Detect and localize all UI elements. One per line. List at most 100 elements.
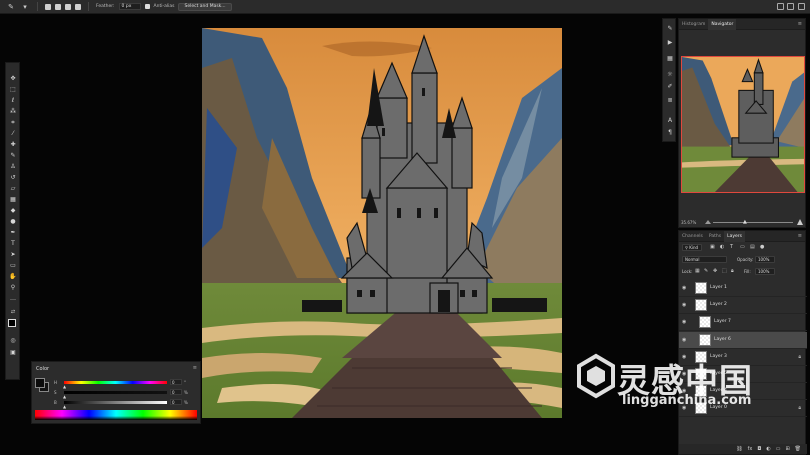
new-group-icon[interactable]: ▭ bbox=[776, 446, 781, 452]
adjustments-icon[interactable]: ☼ bbox=[666, 71, 674, 79]
visibility-eye-icon[interactable]: ◉ bbox=[682, 285, 690, 291]
brightness-slider-thumb[interactable]: ▲ bbox=[63, 404, 66, 409]
gradient-icon[interactable]: ▦ bbox=[9, 196, 17, 203]
layer-row[interactable]: ◉ Layer 6 bbox=[679, 331, 807, 349]
play-actions-icon[interactable]: ▶ bbox=[666, 39, 674, 47]
lock-pixels-icon[interactable]: ✎ bbox=[704, 268, 708, 274]
tab-histogram[interactable]: Histogram bbox=[679, 19, 708, 30]
anti-alias-checkbox[interactable] bbox=[144, 4, 150, 9]
panel-menu-icon[interactable]: ≡ bbox=[798, 19, 805, 29]
zoom-slider[interactable] bbox=[713, 222, 793, 223]
trash-icon[interactable]: 🗑︎ bbox=[795, 446, 801, 452]
brightness-value-input[interactable]: 0 bbox=[170, 399, 182, 405]
rectangle-icon[interactable]: ▭ bbox=[9, 262, 17, 269]
saturation-value-input[interactable]: 0 bbox=[170, 389, 182, 395]
panel-menu-icon[interactable]: ≡ bbox=[798, 231, 805, 241]
eraser-icon[interactable]: ▱ bbox=[9, 185, 17, 192]
layer-name[interactable]: Layer 7 bbox=[714, 319, 731, 324]
magic-wand-icon[interactable]: ⁂ bbox=[9, 108, 17, 115]
foreground-swatch[interactable] bbox=[8, 319, 16, 327]
navigator-preview[interactable] bbox=[681, 56, 805, 193]
blur-icon[interactable]: ◆ bbox=[9, 207, 17, 214]
brushes-icon[interactable]: ✐ bbox=[666, 83, 674, 91]
visibility-eye-icon[interactable]: ◉ bbox=[682, 302, 690, 308]
hand-icon[interactable]: ✋ bbox=[9, 273, 17, 280]
type-icon[interactable]: T bbox=[9, 240, 17, 247]
crop-icon[interactable]: ⌗ bbox=[9, 119, 17, 126]
select-and-mask-button[interactable]: Select and Mask... bbox=[178, 2, 232, 11]
lasso-tool-icon[interactable]: ✎ bbox=[6, 3, 16, 11]
dodge-icon[interactable]: ● bbox=[9, 218, 17, 225]
add-selection-icon[interactable] bbox=[55, 3, 61, 10]
paragraph-icon[interactable]: ¶ bbox=[666, 129, 674, 137]
blend-mode-select[interactable]: Normal bbox=[682, 256, 727, 263]
layer-row[interactable]: ◉ Layer 1 bbox=[679, 280, 807, 297]
swap-colors-icon[interactable]: ⇄ bbox=[9, 309, 17, 316]
filter-pixel-icon[interactable]: ▣ bbox=[710, 244, 715, 250]
chevron-down-icon[interactable]: ▾ bbox=[20, 3, 30, 11]
filter-toggle-icon[interactable]: ● bbox=[760, 244, 764, 250]
subtract-selection-icon[interactable] bbox=[65, 3, 71, 10]
foreground-color-swatch[interactable] bbox=[35, 378, 45, 388]
layer-name[interactable]: Layer 2 bbox=[710, 302, 727, 307]
filter-type-icon[interactable]: T bbox=[730, 244, 733, 250]
properties-icon[interactable]: ≣ bbox=[666, 97, 674, 105]
zoom-out-icon[interactable] bbox=[705, 219, 711, 225]
layer-row[interactable]: ◉ Layer 7 bbox=[679, 314, 807, 332]
stamp-icon[interactable]: ♙ bbox=[9, 163, 17, 170]
lock-artboard-icon[interactable]: ⬚ bbox=[722, 268, 727, 274]
layer-filter-select[interactable]: ⚲ Kind bbox=[682, 244, 702, 251]
feather-input[interactable]: 0 px bbox=[118, 3, 141, 10]
brush-settings-icon[interactable]: ✎ bbox=[666, 25, 674, 33]
layer-name[interactable]: Layer 6 bbox=[714, 337, 731, 342]
hue-slider[interactable] bbox=[64, 381, 167, 384]
brush-icon[interactable]: ✎ bbox=[9, 152, 17, 159]
new-layer-icon[interactable]: ⊞ bbox=[785, 446, 789, 452]
navigator-view-box[interactable] bbox=[681, 56, 805, 193]
fill-input[interactable]: 100% bbox=[755, 268, 775, 275]
visibility-eye-icon[interactable]: ◉ bbox=[682, 319, 690, 325]
tab-layers[interactable]: Layers bbox=[724, 231, 745, 242]
document-canvas[interactable] bbox=[202, 28, 562, 418]
lasso-icon[interactable]: ℓ bbox=[9, 97, 17, 104]
filter-smart-object-icon[interactable]: ▤ bbox=[750, 244, 755, 250]
more-icon[interactable]: … bbox=[9, 295, 17, 302]
history-brush-icon[interactable]: ↺ bbox=[9, 174, 17, 181]
filter-adjustment-icon[interactable]: ◐ bbox=[720, 244, 724, 250]
intersect-selection-icon[interactable] bbox=[75, 3, 81, 10]
new-selection-icon[interactable] bbox=[45, 3, 51, 10]
add-mask-icon[interactable]: ◘ bbox=[757, 446, 761, 452]
brightness-slider[interactable] bbox=[64, 401, 167, 404]
hue-value-input[interactable]: 0 bbox=[170, 379, 182, 385]
filter-shape-icon[interactable]: ▭ bbox=[740, 244, 745, 250]
tab-paths[interactable]: Paths bbox=[706, 231, 724, 242]
tab-navigator[interactable]: Navigator bbox=[708, 19, 737, 30]
tab-channels[interactable]: Channels bbox=[679, 231, 706, 242]
layer-row[interactable]: ◉ Layer 2 bbox=[679, 297, 807, 315]
saturation-slider[interactable] bbox=[64, 391, 167, 394]
swatches-icon[interactable]: ▦ bbox=[666, 55, 674, 63]
pen-icon[interactable]: ✒ bbox=[9, 229, 17, 236]
quick-mask-icon[interactable]: ◎ bbox=[9, 337, 17, 344]
link-layers-icon[interactable]: ⛓︎ bbox=[736, 446, 742, 452]
opacity-input[interactable]: 100% bbox=[755, 256, 775, 263]
layer-name[interactable]: Layer 1 bbox=[710, 285, 727, 290]
zoom-value[interactable]: 35.67% bbox=[681, 220, 696, 225]
lock-transparency-icon[interactable]: ▦ bbox=[695, 268, 700, 274]
lock-position-icon[interactable]: ✥ bbox=[713, 268, 717, 274]
color-spectrum[interactable] bbox=[35, 410, 197, 420]
visibility-eye-icon[interactable]: ◉ bbox=[682, 337, 690, 343]
workspace-icon[interactable] bbox=[787, 3, 794, 10]
zoom-slider-thumb[interactable]: ▲ bbox=[743, 219, 747, 225]
zoom-in-icon[interactable] bbox=[797, 219, 803, 225]
eyedropper-icon[interactable]: ⁄ bbox=[9, 130, 17, 137]
panel-menu-icon[interactable]: ≡ bbox=[193, 365, 197, 371]
path-select-icon[interactable]: ➤ bbox=[9, 251, 17, 258]
marquee-icon[interactable]: ⬚ bbox=[9, 86, 17, 93]
fx-icon[interactable]: fx bbox=[748, 446, 753, 452]
healing-icon[interactable]: ✚ bbox=[9, 141, 17, 148]
share-icon[interactable] bbox=[798, 3, 805, 10]
zoom-icon[interactable]: ⚲ bbox=[9, 284, 17, 291]
lock-all-icon[interactable]: 🔒︎ bbox=[731, 268, 734, 274]
move-icon[interactable]: ✥ bbox=[9, 75, 17, 82]
